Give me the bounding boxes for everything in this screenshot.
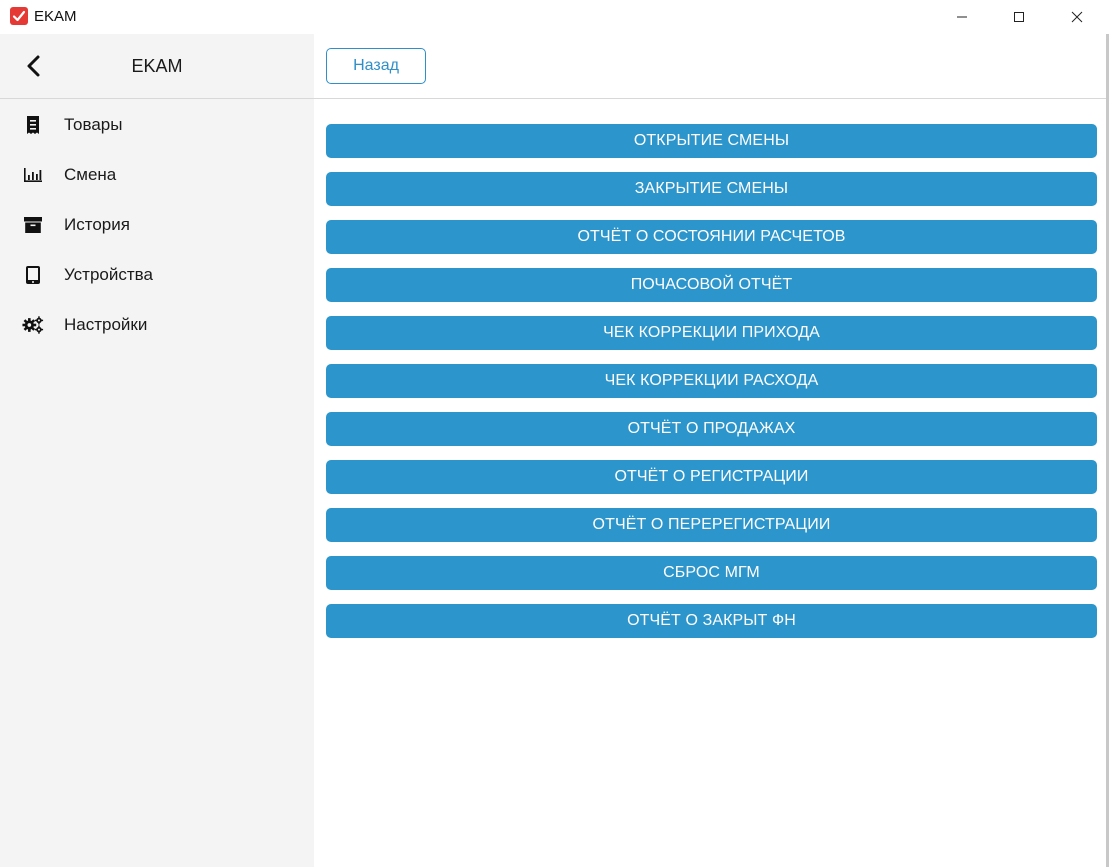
sidebar-item-label: Настройки	[64, 315, 148, 334]
sidebar-header: EKAM	[0, 34, 314, 99]
maximize-icon	[1014, 12, 1024, 22]
report-button-settlement-status[interactable]: ОТЧЁТ О СОСТОЯНИИ РАСЧЕТОВ	[326, 220, 1097, 254]
sidebar-item-history[interactable]: История	[0, 200, 314, 250]
report-button-mgm-reset[interactable]: СБРОС МГМ	[326, 556, 1097, 590]
title-bar: EKAM	[0, 0, 1110, 34]
report-button-reregistration[interactable]: ОТЧЁТ О ПЕРЕРЕГИСТРАЦИИ	[326, 508, 1097, 542]
report-button-fn-close[interactable]: ОТЧЁТ О ЗАКРЫТ ФН	[326, 604, 1097, 638]
sidebar-item-label: История	[64, 215, 130, 234]
archive-icon	[22, 214, 44, 236]
sidebar-item-label: Смена	[64, 165, 117, 184]
report-button-open-shift[interactable]: ОТКРЫТИЕ СМЕНЫ	[326, 124, 1097, 158]
sidebar-item-shift[interactable]: Смена	[0, 150, 314, 200]
maximize-button[interactable]	[994, 0, 1044, 34]
minimize-icon	[957, 16, 967, 18]
receipt-icon	[22, 114, 44, 136]
main-panel: Назад ОТКРЫТИЕ СМЕНЫ ЗАКРЫТИЕ СМЕНЫ ОТЧЁ…	[314, 34, 1106, 867]
report-button-close-shift[interactable]: ЗАКРЫТИЕ СМЕНЫ	[326, 172, 1097, 206]
report-button-hourly[interactable]: ПОЧАСОВОЙ ОТЧЁТ	[326, 268, 1097, 302]
back-button[interactable]: Назад	[326, 48, 426, 84]
window-title: EKAM	[34, 8, 77, 25]
sidebar-item-settings[interactable]: Настройки	[0, 300, 314, 350]
minimize-button[interactable]	[937, 0, 987, 34]
report-button-sales[interactable]: ОТЧЁТ О ПРОДАЖАХ	[326, 412, 1097, 446]
report-button-registration[interactable]: ОТЧЁТ О РЕГИСТРАЦИИ	[326, 460, 1097, 494]
close-icon	[1071, 11, 1083, 23]
sidebar-item-goods[interactable]: Товары	[0, 100, 314, 150]
report-button-expense-correction[interactable]: ЧЕК КОРРЕКЦИИ РАСХОДА	[326, 364, 1097, 398]
report-button-income-correction[interactable]: ЧЕК КОРРЕКЦИИ ПРИХОДА	[326, 316, 1097, 350]
close-button[interactable]	[1052, 0, 1102, 34]
sidebar-item-label: Товары	[64, 115, 123, 134]
sidebar: EKAM Товары Смена История Устройства Нас…	[0, 34, 314, 867]
bar-chart-icon	[22, 164, 44, 186]
app-logo-icon	[10, 7, 28, 25]
sidebar-item-label: Устройства	[64, 265, 153, 284]
gears-icon	[22, 314, 44, 336]
tablet-icon	[22, 264, 44, 286]
toolbar: Назад	[314, 34, 1106, 99]
window-border	[1106, 34, 1109, 867]
sidebar-item-devices[interactable]: Устройства	[0, 250, 314, 300]
sidebar-title: EKAM	[131, 56, 183, 76]
